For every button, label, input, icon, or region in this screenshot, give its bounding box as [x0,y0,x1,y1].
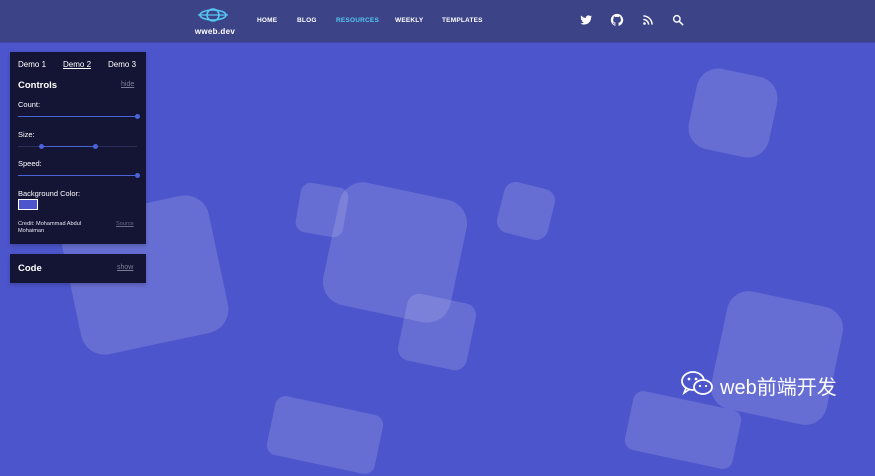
tab-demo-3[interactable]: Demo 3 [108,60,136,69]
nav-home[interactable]: HOME [257,17,277,24]
source-link[interactable]: Source [116,221,134,227]
speed-slider[interactable] [18,173,140,178]
size-slider-range [41,146,96,147]
speed-slider-handle[interactable] [134,173,140,178]
code-panel: Code show [10,254,146,283]
code-title: Code [18,263,42,274]
brand-logo-icon [198,8,228,22]
floating-square [264,394,386,476]
tab-demo-2[interactable]: Demo 2 [63,60,91,69]
tab-demo-1[interactable]: Demo 1 [18,60,46,69]
nav-templates[interactable]: TEMPLATES [442,17,483,24]
nav-weekly[interactable]: WEEKLY [395,17,423,24]
nav-resources[interactable]: RESOURCES [336,17,379,24]
size-slider[interactable] [18,144,137,149]
controls-panel: Demo 1 Demo 2 Demo 3 Controls hide Count… [10,52,146,244]
speed-slider-fill [18,175,137,176]
count-slider-handle[interactable] [134,114,140,119]
show-link[interactable]: show [117,264,133,271]
floating-square [494,179,558,243]
hide-link[interactable]: hide [121,81,134,88]
search-icon[interactable] [671,13,685,27]
count-label: Count: [18,100,41,109]
floating-square [684,64,782,162]
floating-square [395,291,479,373]
top-header: wweb.dev HOME BLOG RESOURCES WEEKLY TEMP… [0,0,875,42]
speed-label: Speed: [18,159,42,168]
count-slider-fill [18,116,137,117]
brand-name: wweb.dev [194,27,236,36]
rss-icon[interactable] [641,13,655,27]
count-slider[interactable] [18,114,140,119]
floating-square [706,287,848,429]
github-icon[interactable] [610,13,624,27]
twitter-icon[interactable] [579,13,593,27]
wechat-watermark: web前端开发 [680,370,855,399]
size-label: Size: [18,130,35,139]
background-color-picker[interactable] [18,199,38,210]
nav-blog[interactable]: BLOG [297,17,317,24]
size-slider-handle-min[interactable] [39,144,45,149]
wechat-icon [681,371,713,396]
credit-text: Credit: Mohammad Abdul Mohaiman [18,221,82,234]
floating-square [294,181,350,239]
controls-title: Controls [18,80,58,91]
watermark-text: web前端开发 [720,377,837,399]
brand-logo[interactable]: wweb.dev [190,5,236,37]
size-slider-handle-max[interactable] [92,144,98,149]
background-color-label: Background Color: [18,189,81,198]
